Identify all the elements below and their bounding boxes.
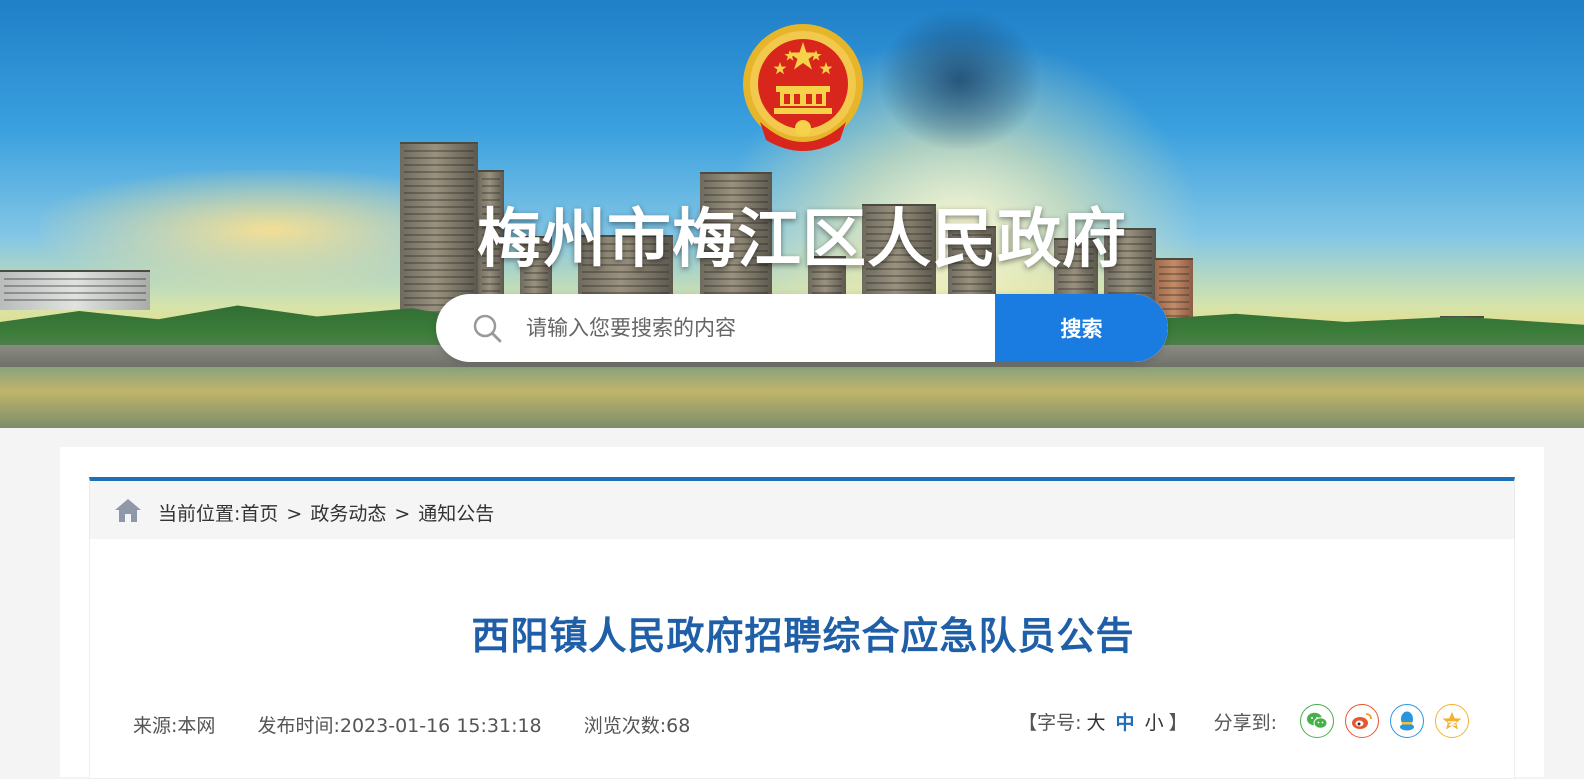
share-qq-button[interactable] bbox=[1390, 704, 1424, 738]
search-bar: 搜索 bbox=[436, 294, 1168, 362]
breadcrumb-link-notices[interactable]: 通知公告 bbox=[418, 503, 494, 525]
search-button[interactable]: 搜索 bbox=[995, 294, 1168, 362]
article-source: 来源:本网 bbox=[133, 715, 216, 737]
font-size-medium[interactable]: 中 bbox=[1116, 708, 1135, 735]
main-content: 当前位置:首页 > 政务动态 > 通知公告 西阳镇人民政府招聘综合应急队员公告 来源:本… bbox=[60, 447, 1544, 779]
qq-icon bbox=[1400, 711, 1414, 731]
wechat-icon bbox=[1307, 712, 1328, 729]
article-meta: 来源:本网 发布时间:2023-01-16 15:31:18 浏览次数:68 bbox=[133, 711, 726, 738]
font-size-open: 【字号: bbox=[1018, 711, 1082, 734]
share-qzone-button[interactable] bbox=[1435, 704, 1469, 738]
font-size-close: 】 bbox=[1168, 711, 1188, 734]
breadcrumb-link-home[interactable]: 首页 bbox=[240, 503, 278, 525]
site-title: 梅州市梅江区人民政府 bbox=[477, 203, 1127, 277]
banner-water bbox=[0, 367, 1584, 428]
search-icon[interactable] bbox=[472, 313, 502, 343]
article-publish-time: 发布时间:2023-01-16 15:31:18 bbox=[257, 715, 542, 737]
article-title: 西阳镇人民政府招聘综合应急队员公告 bbox=[471, 614, 1135, 658]
article-tools: 【字号: 大 中 小 】 分享到: bbox=[1018, 701, 1469, 741]
breadcrumb-bar: 当前位置:首页 > 政务动态 > 通知公告 bbox=[89, 477, 1515, 539]
article: 西阳镇人民政府招聘综合应急队员公告 来源:本网 发布时间:2023-01-16 … bbox=[89, 539, 1515, 779]
qzone-icon bbox=[1442, 712, 1462, 730]
breadcrumb-separator: > bbox=[394, 503, 411, 525]
font-size-large[interactable]: 大 bbox=[1087, 708, 1106, 735]
weibo-icon bbox=[1352, 713, 1372, 729]
breadcrumb-separator: > bbox=[286, 503, 303, 525]
breadcrumb-link-news[interactable]: 政务动态 bbox=[310, 503, 386, 525]
national-emblem-icon bbox=[743, 24, 863, 151]
search-input[interactable] bbox=[526, 308, 986, 348]
share-label: 分享到: bbox=[1213, 711, 1277, 734]
breadcrumb: 当前位置:首页 > 政务动态 > 通知公告 bbox=[158, 499, 494, 526]
breadcrumb-prefix: 当前位置: bbox=[158, 503, 241, 525]
home-icon[interactable] bbox=[114, 497, 142, 523]
share-wechat-button[interactable] bbox=[1300, 704, 1334, 738]
article-views: 浏览次数:68 bbox=[583, 715, 691, 737]
banner-cloud-dark bbox=[880, 10, 1040, 150]
header-banner: 梅州市梅江区人民政府 搜索 bbox=[0, 0, 1584, 428]
share-weibo-button[interactable] bbox=[1345, 704, 1379, 738]
font-size-small[interactable]: 小 bbox=[1145, 708, 1164, 735]
